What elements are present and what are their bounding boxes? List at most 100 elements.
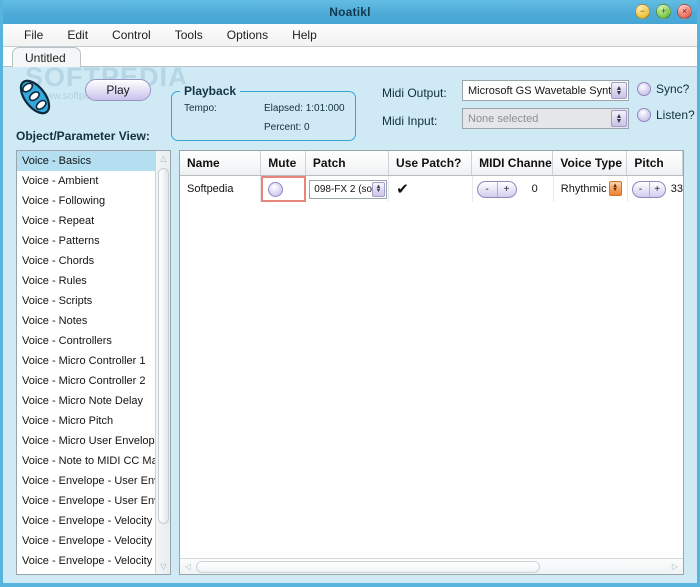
scroll-up-icon[interactable]: △ [156, 151, 171, 166]
sync-radio-icon[interactable] [637, 82, 651, 96]
listen-radio-icon[interactable] [637, 108, 651, 122]
col-header-patch[interactable]: Patch [306, 151, 389, 175]
pitch-value[interactable]: 33 [666, 183, 683, 195]
listen-option[interactable]: Listen? [637, 108, 695, 122]
sidebar-item[interactable]: Voice - Patterns [17, 231, 156, 251]
midi-output-value: Microsoft GS Wavetable Synth [468, 85, 617, 97]
menu-edit[interactable]: Edit [55, 26, 100, 44]
midi-channel-stepper[interactable]: - + [477, 181, 517, 198]
sidebar-item[interactable]: Voice - Controllers [17, 331, 156, 351]
sidebar-item[interactable]: Voice - Micro Controller 2 [17, 371, 156, 391]
sidebar-item[interactable]: Voice - Notes [17, 311, 156, 331]
object-parameter-list[interactable]: Voice - BasicsVoice - AmbientVoice - Fol… [16, 150, 171, 575]
sync-option[interactable]: Sync? [637, 82, 689, 96]
checkmark-icon[interactable]: ✔ [396, 182, 409, 197]
menu-control[interactable]: Control [100, 26, 163, 44]
minimize-button[interactable]: − [635, 4, 650, 19]
tab-untitled[interactable]: Untitled [12, 47, 81, 67]
menu-help[interactable]: Help [280, 26, 329, 44]
table-horizontal-scrollbar[interactable]: ◁ ▷ [180, 558, 683, 574]
close-icon: × [682, 7, 687, 16]
tempo-label: Tempo: [184, 103, 217, 114]
sidebar-item[interactable]: Voice - Envelope - Velocity [17, 511, 156, 531]
sidebar-item-label: Voice - Envelope - Velocity Ra... [22, 535, 156, 547]
chevron-updown-icon[interactable]: ▲▼ [372, 182, 385, 197]
cell-patch[interactable]: 098-FX 2 (sou... ▲▼ [306, 176, 389, 202]
cell-use-patch[interactable]: ✔ [389, 176, 472, 202]
sidebar-item[interactable]: Voice - Envelope - Velocity Ch... [17, 551, 156, 571]
patch-select[interactable]: 098-FX 2 (sou... ▲▼ [309, 180, 387, 199]
menu-tools[interactable]: Tools [163, 26, 215, 44]
close-button[interactable]: × [677, 4, 692, 19]
sidebar-item[interactable]: Voice - Following [17, 191, 156, 211]
cell-midi-channel[interactable]: - + 0 [473, 176, 554, 202]
scrollbar-track[interactable] [196, 561, 667, 573]
sidebar-item[interactable]: Voice - Micro Controller 1 [17, 351, 156, 371]
menu-options[interactable]: Options [215, 26, 280, 44]
sidebar-item[interactable]: Voice - Micro Pitch [17, 411, 156, 431]
col-header-mute[interactable]: Mute [261, 151, 306, 175]
table-row[interactable]: Softpedia 098-FX 2 (sou... ▲▼ ✔ [180, 176, 683, 202]
midi-channel-decrement[interactable]: - [478, 182, 497, 197]
title-bar: Noatikl − + × [0, 0, 700, 24]
cell-pitch[interactable]: - + 33 [628, 176, 683, 202]
scroll-right-icon[interactable]: ▷ [667, 559, 683, 575]
sidebar-item-label: Voice - Micro Controller 2 [22, 375, 146, 387]
midi-input-label: Midi Input: [382, 114, 437, 128]
sidebar-item[interactable]: Voice - Basics [17, 151, 156, 171]
pitch-increment[interactable]: + [649, 182, 665, 197]
chevron-updown-icon[interactable]: ▲▼ [611, 82, 627, 99]
sidebar-item[interactable]: Voice - Note to MIDI CC Mappi.. [17, 451, 156, 471]
sidebar-item[interactable]: Voice - Envelope - User Envel... [17, 471, 156, 491]
sidebar-item[interactable]: Voice - Repeat [17, 211, 156, 231]
cell-voice-type[interactable]: Rhythmic ▲▼ [554, 176, 628, 202]
playback-group: Playback Tempo: Elapsed: 1:01:000 Percen… [171, 91, 356, 141]
playback-legend: Playback [180, 84, 240, 98]
voice-type-select[interactable]: Rhythmic ▲▼ [557, 180, 623, 199]
maximize-button[interactable]: + [656, 4, 671, 19]
cell-mute[interactable] [261, 176, 306, 202]
client-bottom-edge [3, 575, 697, 583]
col-header-name[interactable]: Name [180, 151, 261, 175]
sidebar-item-label: Voice - Micro Note Delay [22, 395, 143, 407]
sidebar-item[interactable]: Voice - Micro Note Delay [17, 391, 156, 411]
midi-channel-increment[interactable]: + [497, 182, 516, 197]
chevron-updown-icon[interactable]: ▲▼ [611, 110, 627, 127]
mute-toggle-icon[interactable] [268, 182, 283, 197]
sidebar-item[interactable]: Voice - Micro User Envelope 1 [17, 431, 156, 451]
play-button[interactable]: Play [85, 79, 151, 101]
col-header-pitch[interactable]: Pitch [627, 151, 683, 175]
sidebar-item-label: Voice - Envelope - User Envel... [22, 475, 156, 487]
scrollbar-thumb[interactable] [158, 168, 169, 524]
sidebar-item[interactable]: Voice - Envelope - User Envel... [17, 491, 156, 511]
midi-output-label: Midi Output: [382, 86, 447, 100]
sidebar-item-label: Voice - Rules [22, 275, 87, 287]
scrollbar-thumb[interactable] [196, 561, 540, 573]
chevron-updown-icon[interactable]: ▲▼ [609, 181, 622, 196]
midi-channel-value[interactable]: 0 [517, 183, 553, 195]
scroll-down-icon[interactable]: ▽ [156, 559, 171, 574]
sidebar-item-label: Voice - Micro Controller 1 [22, 355, 146, 367]
sidebar-item[interactable]: Voice - Envelope - Velocity Ra... [17, 531, 156, 551]
sidebar-item-label: Voice - Controllers [22, 335, 112, 347]
object-parameter-view-label: Object/Parameter View: [16, 129, 150, 143]
pitch-stepper[interactable]: - + [632, 181, 666, 198]
voice-type-value: Rhythmic [561, 183, 607, 195]
col-header-voice-type[interactable]: Voice Type [553, 151, 627, 175]
sidebar-item-label: Voice - Chords [22, 255, 94, 267]
sidebar-scrollbar[interactable]: △ ▽ [155, 151, 170, 574]
menu-file[interactable]: File [12, 26, 55, 44]
percent-value: Percent: 0 [264, 122, 310, 133]
sidebar-item[interactable]: Voice - Scripts [17, 291, 156, 311]
scroll-left-icon[interactable]: ◁ [180, 559, 196, 575]
midi-output-select[interactable]: Microsoft GS Wavetable Synth ▲▼ [462, 80, 629, 101]
col-header-use-patch[interactable]: Use Patch? [389, 151, 472, 175]
sidebar-item[interactable]: Voice - Rules [17, 271, 156, 291]
col-header-midi-channel[interactable]: MIDI Channel [472, 151, 553, 175]
sidebar-item[interactable]: Voice - Ambient [17, 171, 156, 191]
pitch-decrement[interactable]: - [633, 182, 649, 197]
cell-name[interactable]: Softpedia [180, 176, 261, 202]
midi-input-select[interactable]: None selected ▲▼ [462, 108, 629, 129]
sidebar-item[interactable]: Voice - Chords [17, 251, 156, 271]
sidebar-item-label: Voice - Scripts [22, 295, 92, 307]
